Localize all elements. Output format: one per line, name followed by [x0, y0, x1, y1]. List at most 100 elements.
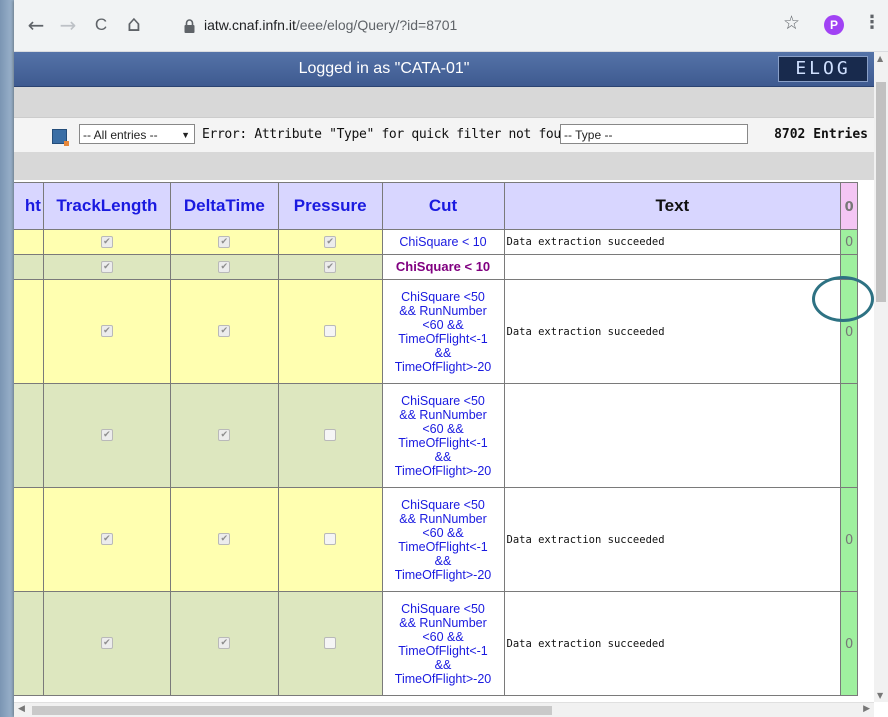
text-cell[interactable]: Data extraction succeeded	[503, 487, 842, 592]
cut-line: &&	[434, 657, 452, 672]
checkbox: ✔	[100, 533, 113, 546]
cut-cell[interactable]: ChiSquare <50 && RunNumber <60 && TimeOf…	[381, 591, 505, 696]
table-cell	[14, 383, 44, 488]
horizontal-scrollbar[interactable]: ◀ ▶	[14, 702, 874, 717]
column-header[interactable]: TrackLength	[42, 182, 171, 230]
elog-logo[interactable]: ELOG	[778, 56, 868, 82]
checkbox: ✔	[324, 533, 337, 546]
column-header[interactable]: Text	[503, 182, 842, 230]
checkbox: ✔	[100, 325, 113, 338]
scroll-left-icon[interactable]: ◀	[18, 704, 25, 714]
table-row[interactable]: ✔ ✔ ✔ ChiSquare <50 && RunNumber <60 && …	[14, 487, 858, 592]
highlight-annotation-circle	[812, 276, 874, 322]
scroll-up-icon[interactable]: ▲	[877, 54, 883, 63]
attachment-cell[interactable]: 0	[840, 487, 858, 592]
vertical-scrollbar[interactable]: ▲ ▼	[874, 52, 888, 702]
checkbox: ✔	[324, 325, 337, 338]
text-cell[interactable]	[503, 383, 842, 488]
entries-table: ht TrackLength DeltaTime Pressure Cut Te…	[14, 182, 858, 696]
elog-title-bar: Logged in as "CATA-01" ELOG	[14, 52, 874, 87]
address-bar[interactable]: iatw.cnaf.infn.it/eee/elog/Query/?id=870…	[174, 10, 778, 42]
cut-cell[interactable]: ChiSquare < 10	[381, 229, 505, 255]
paperclip-icon[interactable]: 0	[845, 637, 853, 652]
checkbox: ✔	[100, 637, 113, 650]
text-cell[interactable]: Data extraction succeeded	[503, 229, 842, 255]
entries-select[interactable]: -- All entries -- ▼	[79, 124, 195, 144]
checkbox: ✔	[218, 260, 231, 273]
attachment-cell	[840, 383, 858, 488]
table-cell: ✔	[169, 279, 279, 384]
back-icon[interactable]: ←	[24, 13, 48, 37]
cut-line: &&	[434, 345, 452, 360]
table-row[interactable]: ✔ ✔ ✔ ChiSquare < 10 Data extraction suc…	[14, 229, 858, 255]
cut-line: TimeOfFlight>-20	[394, 463, 492, 478]
cut-line: <60 &&	[422, 421, 464, 436]
checkbox: ✔	[100, 429, 113, 442]
table-cell: ✔	[277, 591, 383, 696]
logged-in-text: Logged in as "CATA-01"	[298, 60, 470, 77]
table-cell: ✔	[277, 229, 383, 255]
home-icon[interactable]: ⌂	[122, 13, 146, 37]
profile-avatar[interactable]: P	[824, 15, 844, 35]
reload-icon[interactable]: C	[89, 13, 113, 37]
checkbox: ✔	[218, 637, 231, 650]
table-cell: ✔	[277, 254, 383, 280]
checkbox: ✔	[218, 429, 231, 442]
table-cell: ✔	[169, 229, 279, 255]
menu-icon[interactable]: ⋮	[863, 12, 881, 33]
page-content: Logged in as "CATA-01" ELOG -- All entri…	[14, 52, 874, 702]
column-header[interactable]: ht	[14, 182, 44, 230]
bookmark-star-icon[interactable]: ☆	[783, 12, 800, 34]
table-cell: ✔	[277, 383, 383, 488]
cut-line: && RunNumber	[399, 615, 487, 630]
table-row[interactable]: ✔ ✔ ✔ ChiSquare <50 && RunNumber <60 && …	[14, 591, 858, 696]
cut-cell[interactable]: ChiSquare <50 && RunNumber <60 && TimeOf…	[381, 383, 505, 488]
column-header[interactable]: DeltaTime	[169, 182, 279, 230]
cut-line: ChiSquare <50	[401, 289, 485, 304]
paperclip-icon[interactable]: 0	[845, 235, 853, 250]
column-header[interactable]: Cut	[381, 182, 505, 230]
table-header-row: ht TrackLength DeltaTime Pressure Cut Te…	[14, 182, 858, 230]
checkbox: ✔	[324, 429, 337, 442]
vertical-scroll-thumb[interactable]	[876, 82, 886, 302]
text-cell[interactable]: Data extraction succeeded	[503, 591, 842, 696]
menu-bar	[14, 87, 874, 117]
table-cell: ✔	[169, 383, 279, 488]
checkbox: ✔	[218, 533, 231, 546]
column-header[interactable]: Pressure	[277, 182, 383, 230]
text-cell[interactable]	[503, 254, 842, 280]
checkbox: ✔	[100, 235, 113, 248]
cut-line: TimeOfFlight>-20	[394, 671, 492, 686]
cut-line: && RunNumber	[399, 303, 487, 318]
filter-options-icon[interactable]	[52, 129, 69, 146]
cut-line: TimeOfFlight<-1	[398, 331, 488, 346]
cut-cell[interactable]: ChiSquare <50 && RunNumber <60 && TimeOf…	[381, 487, 505, 592]
cut-line: TimeOfFlight<-1	[398, 435, 488, 450]
chevron-down-icon: ▼	[181, 130, 190, 140]
checkbox: ✔	[218, 235, 231, 248]
attachment-cell[interactable]: 0	[840, 229, 858, 255]
paperclip-icon[interactable]: 0	[845, 325, 853, 340]
url-text: iatw.cnaf.infn.it/eee/elog/Query/?id=870…	[204, 17, 457, 33]
cut-line: ChiSquare <50	[401, 393, 485, 408]
attachment-cell[interactable]: 0	[840, 591, 858, 696]
entries-count: 8702 Entries	[774, 127, 868, 142]
text-cell[interactable]: Data extraction succeeded	[503, 279, 842, 384]
table-cell: ✔	[42, 229, 171, 255]
filter-row: -- All entries -- ▼ Error: Attribute "Ty…	[14, 117, 874, 153]
table-row[interactable]: ✔ ✔ ✔ ChiSquare <50 && RunNumber <60 && …	[14, 279, 858, 384]
table-row[interactable]: ✔ ✔ ✔ ChiSquare < 10	[14, 254, 858, 280]
cut-line: <60 &&	[422, 317, 464, 332]
checkbox: ✔	[324, 235, 337, 248]
scroll-right-icon[interactable]: ▶	[863, 704, 870, 714]
table-row[interactable]: ✔ ✔ ✔ ChiSquare <50 && RunNumber <60 && …	[14, 383, 858, 488]
checkbox: ✔	[324, 260, 337, 273]
table-cell: ✔	[277, 279, 383, 384]
cut-cell[interactable]: ChiSquare <50 && RunNumber <60 && TimeOf…	[381, 279, 505, 384]
forward-icon[interactable]: →	[56, 13, 80, 37]
type-filter-select[interactable]: -- Type --	[560, 124, 748, 144]
paperclip-icon[interactable]: 0	[845, 533, 853, 548]
scroll-down-icon[interactable]: ▼	[877, 691, 883, 700]
horizontal-scroll-thumb[interactable]	[32, 706, 552, 715]
cut-cell[interactable]: ChiSquare < 10	[381, 254, 505, 280]
